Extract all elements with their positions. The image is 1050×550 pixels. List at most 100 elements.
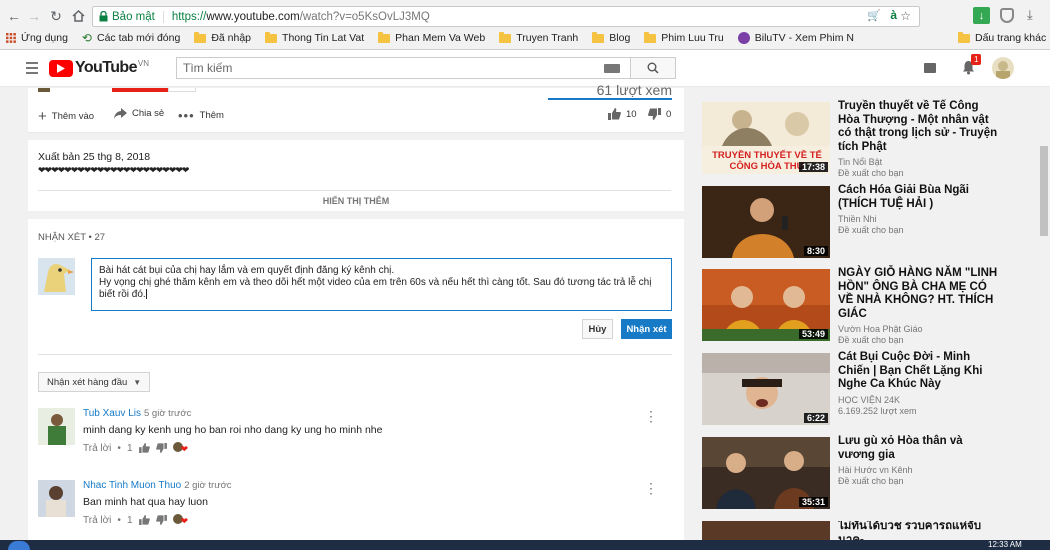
show-more-button[interactable]: HIỂN THỊ THÊM [28, 196, 684, 206]
thumbs-up-icon[interactable] [138, 515, 150, 525]
comment-menu-icon[interactable]: ⋮ [644, 408, 658, 425]
reply-link[interactable]: Trả lời [83, 515, 111, 526]
youtube-logo[interactable]: YouTube VN [49, 59, 149, 77]
channel-name[interactable]: Thiền Nhi [838, 214, 998, 225]
comment-like-count: 1 [126, 514, 133, 526]
account-avatar[interactable] [992, 57, 1014, 79]
bookmark-thong-tin[interactable]: Thong Tin Lat Vat [265, 31, 364, 44]
start-button[interactable] [8, 541, 30, 550]
video-title[interactable]: Lưu gù xỏ Hòa thân và vương gia Hài Hước… [838, 435, 998, 487]
video-title[interactable]: Truyền thuyết về Tế Công Hòa Thượng - Mộ… [838, 100, 998, 179]
bookmark-phim-luu-tru[interactable]: Phim Luu Tru [644, 31, 724, 44]
sidebar-video-5[interactable]: 35:31 Lưu gù xỏ Hòa thân và vương gia Hà… [702, 435, 1002, 512]
comment-draft-input[interactable]: Bài hát cát bụi của chị hay lắm và em qu… [91, 258, 672, 311]
url-path: /watch?v=o5KsOvLJ3MQ [299, 10, 430, 23]
back-icon[interactable]: ← [4, 4, 24, 28]
apps-grid-icon [6, 33, 16, 43]
thumbs-up-icon[interactable] [138, 443, 150, 453]
comment-author[interactable]: Nhac Tinh Muon Thuo 2 giờ trước [83, 480, 232, 491]
thumbs-down-icon[interactable] [155, 443, 167, 453]
bookmark-other[interactable]: Dấu trang khác [958, 31, 1046, 44]
bookmark-phan-mem[interactable]: Phan Mem Va Web [378, 31, 485, 44]
add-to-button[interactable]: + Thêm vào [38, 108, 94, 125]
secure-indicator[interactable]: Bảo mật [99, 10, 164, 23]
notification-count-badge: 1 [971, 54, 982, 65]
notifications-icon[interactable]: 1 [962, 54, 982, 78]
browser-toolbar: ← → ↻ Bảo mật https://www.youtube.com/wa… [0, 4, 1050, 28]
dislike-button[interactable]: 0 [648, 108, 671, 120]
channel-name[interactable]: HỌC VIỆN 24K [838, 395, 998, 406]
shield-extension-icon[interactable] [1000, 8, 1014, 23]
star-icon[interactable]: ☆ [900, 9, 911, 23]
download-extension-icon[interactable]: ↓ [973, 7, 990, 24]
forward-icon[interactable]: → [24, 4, 44, 28]
comment-actions: Trả lời • 1 ❤ [83, 442, 189, 454]
share-icon [114, 108, 127, 119]
comment-menu-icon[interactable]: ⋮ [644, 480, 658, 497]
video-thumbnail[interactable]: 53:49 [702, 269, 830, 341]
bookmark-imported[interactable]: Đã nhập [194, 31, 251, 44]
like-button[interactable]: 10 [608, 108, 637, 120]
video-title[interactable]: NGÀY GIỖ HÀNG NĂM "LINH HỒN" ÔNG BÀ CHA … [838, 267, 998, 346]
bookmark-apps[interactable]: Ứng dụng [6, 32, 68, 44]
page-scrollbar[interactable] [1038, 88, 1050, 540]
more-actions-button[interactable]: ••• Thêm [178, 108, 224, 123]
commenter-avatar[interactable] [38, 480, 75, 517]
video-thumbnail[interactable]: 6:22 [702, 353, 830, 425]
video-title[interactable]: Cát Bụi Cuộc Đời - Minh Chiến | Bạn Chết… [838, 351, 998, 417]
subscribe-button-partial[interactable] [112, 88, 168, 92]
channel-name[interactable]: Hài Hước vn Kênh [838, 465, 998, 476]
video-thumbnail[interactable]: 35:31 [702, 437, 830, 509]
folder-icon [194, 31, 207, 43]
download-icon[interactable]: ⤓ [1027, 7, 1033, 23]
bookmark-recent-tabs[interactable]: ⟲ Các tab mới đóng [82, 31, 180, 45]
search-button[interactable] [631, 57, 676, 79]
video-thumbnail[interactable] [702, 521, 830, 540]
caret-down-icon: ▼ [133, 377, 142, 387]
share-button[interactable]: Chia sẻ [114, 108, 164, 119]
reload-icon[interactable]: ↻ [46, 4, 66, 28]
bookmark-blog[interactable]: Blog [592, 31, 630, 44]
channel-name[interactable]: Tin Nổi Bật [838, 157, 998, 168]
cancel-button[interactable]: Hủy [582, 319, 613, 339]
video-duration: 6:22 [803, 413, 828, 423]
upload-video-icon[interactable] [924, 63, 936, 73]
video-duration: 17:38 [798, 162, 828, 172]
comment-text: Ban minh hat qua hay luon [83, 496, 208, 508]
keyboard-icon[interactable] [604, 64, 620, 73]
cart-icon[interactable]: 🛒 [867, 9, 881, 22]
play-logo-icon [49, 59, 73, 77]
sidebar-video-4[interactable]: 6:22 Cát Bụi Cuộc Đời - Minh Chiến | Bạn… [702, 351, 1002, 428]
sidebar-video-3[interactable]: 53:49 NGÀY GIỖ HÀNG NĂM "LINH HỒN" ÔNG B… [702, 267, 1002, 346]
bookmark-truyen-tranh[interactable]: Truyen Tranh [499, 31, 578, 44]
comments-header: NHẬN XÉT • 27 [38, 232, 106, 243]
sort-comments-dropdown[interactable]: Nhận xét hàng đầu ▼ [38, 372, 151, 392]
hamburger-menu-icon[interactable] [26, 62, 38, 74]
thumbs-down-icon [648, 108, 661, 120]
submit-comment-button[interactable]: Nhận xét [621, 319, 672, 339]
sidebar-video-2[interactable]: 8:30 Cách Hóa Giải Bùa Ngãi (THÍCH TUỆ H… [702, 184, 1002, 261]
channel-name[interactable]: Vườn Hoa Phật Giáo [838, 324, 998, 335]
video-thumbnail[interactable]: 8:30 [702, 186, 830, 258]
video-title[interactable]: Cách Hóa Giải Bùa Ngãi (THÍCH TUỆ HẢI ) … [838, 184, 998, 236]
video-thumbnail[interactable]: TRUYỀN THUYẾT VỀ TẾ CÔNG HÒA THƯ 17:38 [702, 102, 830, 174]
subscriber-count-partial [168, 88, 196, 92]
scrollbar-thumb[interactable] [1040, 146, 1048, 236]
sidebar-video-1[interactable]: TRUYỀN THUYẾT VỀ TẾ CÔNG HÒA THƯ 17:38 T… [702, 100, 1002, 179]
sidebar-video-6[interactable]: ไม่ทันได้บวช รวบคารถแห่จับนาค- [702, 521, 1002, 540]
video-title[interactable]: ไม่ทันได้บวช รวบคารถแห่จับนาค- [838, 521, 998, 540]
folder-icon [499, 31, 512, 43]
translate-icon[interactable]: à [890, 8, 897, 22]
address-bar[interactable]: Bảo mật https://www.youtube.com/watch?v=… [92, 6, 920, 27]
channel-avatar-partial [38, 88, 50, 92]
home-icon[interactable] [68, 4, 88, 28]
comment-item: Tub Xauv Lis 5 giờ trước minh dang ky ken… [38, 408, 668, 458]
search-input[interactable]: Tìm kiếm [176, 57, 631, 79]
draft-line-1: Bài hát cát bụi của chị hay lắm và em qu… [99, 265, 395, 276]
comment-author[interactable]: Tub Xauv Lis 5 giờ trước [83, 408, 191, 419]
commenter-avatar[interactable] [38, 408, 75, 445]
reply-link[interactable]: Trả lời [83, 443, 111, 454]
thumbs-down-icon[interactable] [155, 515, 167, 525]
bookmark-bilutv[interactable]: BiluTV - Xem Phim N [737, 32, 854, 44]
video-duration: 35:31 [798, 497, 828, 507]
